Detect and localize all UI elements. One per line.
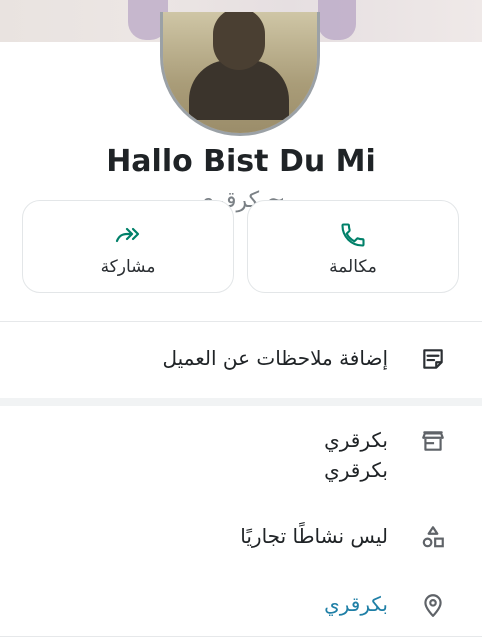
store-name: بكرقري [324, 428, 388, 452]
share-label: مشاركة [100, 257, 156, 277]
avatar-figure-head [213, 12, 265, 70]
profile-name: Hallo Bist Du Mi [106, 144, 376, 179]
business-category-row[interactable]: ليس نشاطًا تجاريًا [0, 506, 482, 572]
add-notes-row[interactable]: إضافة ملاحظات عن العميل [0, 322, 482, 396]
section-divider [0, 398, 482, 406]
share-button[interactable]: مشاركة [22, 200, 234, 293]
divider [0, 636, 482, 637]
store-icon [420, 428, 448, 456]
business-category: ليس نشاطًا تجاريًا [240, 524, 388, 548]
call-button[interactable]: مكالمة [247, 200, 459, 293]
phone-icon [248, 221, 458, 249]
store-description: بكرقري [324, 458, 388, 482]
location-pin-icon [420, 592, 448, 620]
shapes-icon [420, 524, 448, 552]
avatar[interactable] [160, 12, 320, 136]
call-label: مكالمة [329, 257, 377, 277]
business-location[interactable]: بكرقري [324, 592, 388, 616]
add-notes-label: إضافة ملاحظات عن العميل [162, 346, 388, 370]
business-location-row[interactable]: بكرقري [0, 576, 482, 634]
note-icon [420, 346, 448, 374]
business-store-row[interactable]: بكرقري بكرقري [0, 406, 482, 496]
cover-decoration [318, 0, 356, 40]
share-forward-icon [23, 221, 233, 249]
